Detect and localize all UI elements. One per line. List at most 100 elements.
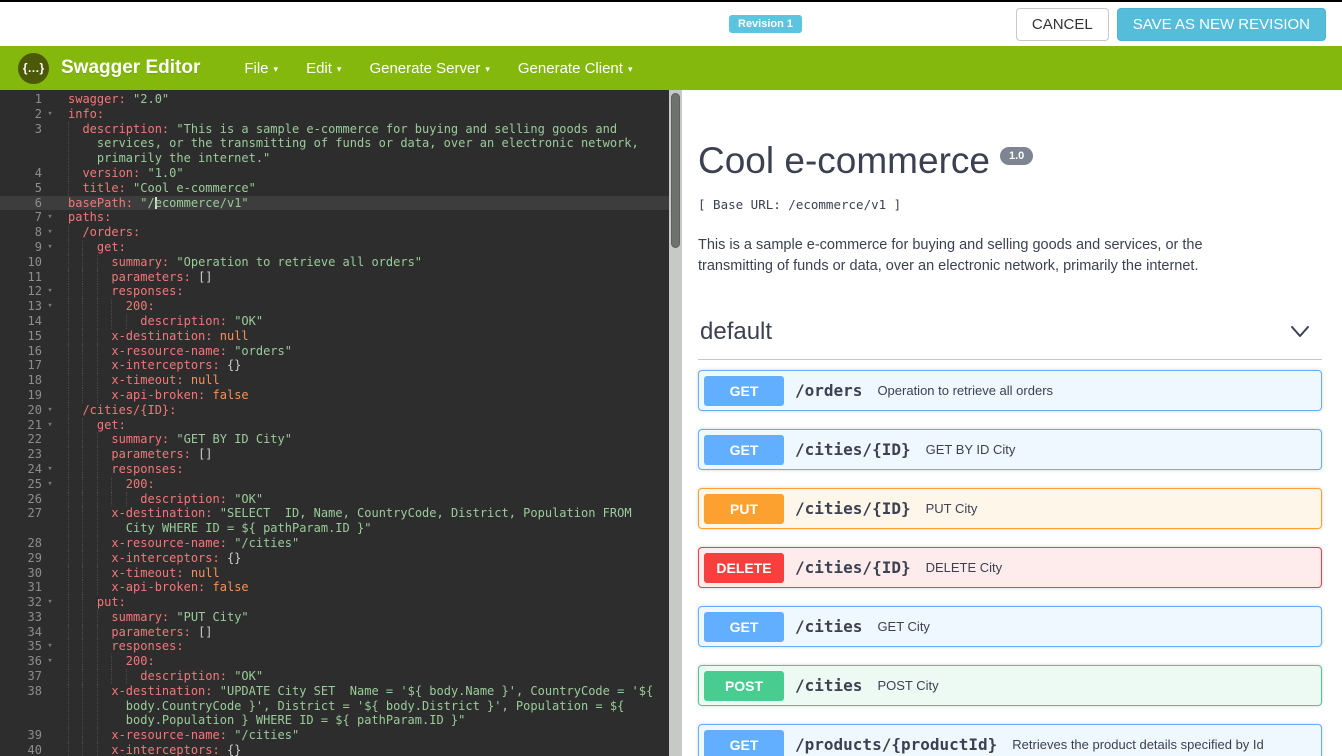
editor-line[interactable]: 11 parameters: [] bbox=[0, 269, 682, 285]
editor-line[interactable]: 25 ▾ 200: bbox=[0, 476, 682, 492]
editor-line[interactable]: 15 x-destination: null bbox=[0, 328, 682, 344]
editor-line[interactable]: 17 x-interceptors: {} bbox=[0, 358, 682, 374]
swagger-editor-navbar: {…} Swagger Editor File ▾ Edit ▾ Generate Se… bbox=[0, 46, 1342, 90]
indent-guide bbox=[125, 669, 127, 684]
editor-line[interactable]: 28 x-resource-name: "/cities" bbox=[0, 535, 682, 551]
editor-line[interactable]: 23 parameters: [] bbox=[0, 447, 682, 462]
editor-line[interactable]: 12 ▾ responses: bbox=[0, 284, 682, 300]
fold-arrow-icon[interactable]: ▾ bbox=[42, 284, 58, 299]
endpoint-path: /cities bbox=[795, 617, 863, 637]
editor-line[interactable]: 27 x-destination: "SELECT ID, Name, Count… bbox=[0, 506, 682, 536]
editor-line[interactable]: 34 parameters: [] bbox=[0, 624, 682, 640]
menu-edit[interactable]: Edit ▾ bbox=[304, 56, 343, 81]
editor-line[interactable]: 13 ▾ 200: bbox=[0, 299, 682, 314]
editor-line[interactable]: 32 ▾ put: bbox=[0, 595, 682, 610]
menu-file[interactable]: File ▾ bbox=[242, 56, 280, 81]
editor-line[interactable]: 20 ▾/cities/{ID}: bbox=[0, 402, 682, 418]
line-gutter: 10 bbox=[0, 255, 68, 270]
fold-arrow-icon[interactable]: ▾ bbox=[42, 403, 58, 418]
editor-lines[interactable]: 1 swagger: "2.0" 2 ▾ info: 3 description: "Thi… bbox=[0, 92, 682, 756]
api-preview: Cool e-commerce 1.0 [ Base URL: /ecommerc… bbox=[682, 90, 1342, 756]
editor-line[interactable]: 38 x-destination: "UPDATE City SET Name =… bbox=[0, 683, 682, 729]
indent-guide bbox=[68, 165, 69, 181]
editor-line[interactable]: 21 ▾ get: bbox=[0, 417, 682, 433]
line-number: 33 bbox=[27, 609, 42, 624]
editor-line[interactable]: 6 basePath: "/ecommerce/v1" bbox=[0, 195, 682, 211]
endpoint-get-orders[interactable]: GET/orders Operation to retrieve all orde… bbox=[698, 370, 1322, 412]
indent-guide bbox=[96, 432, 98, 448]
revision-topbar: Revision 1 CANCEL SAVE AS NEW REVISION bbox=[0, 2, 1342, 46]
fold-arrow-icon[interactable]: ▾ bbox=[42, 240, 58, 255]
editor-line[interactable]: 39 x-resource-name: "/cities" bbox=[0, 728, 682, 744]
editor-line[interactable]: 3 description: "This is a sample e-commer… bbox=[0, 121, 682, 166]
endpoint-post-cities[interactable]: POST/cities POST City bbox=[698, 665, 1322, 707]
fold-slot bbox=[42, 255, 58, 270]
editor-line[interactable]: 30 x-timeout: null bbox=[0, 565, 682, 581]
endpoint-get-products-productId[interactable]: GET/products/{productId} Retrieves the pr… bbox=[698, 724, 1322, 756]
endpoint-get-cities-ID[interactable]: GET/cities/{ID} GET BY ID City bbox=[698, 429, 1322, 471]
fold-arrow-icon[interactable]: ▾ bbox=[42, 462, 58, 477]
editor-line[interactable]: 7 ▾ paths: bbox=[0, 210, 682, 225]
line-number: 13 bbox=[27, 299, 42, 314]
editor-line[interactable]: 8 ▾/orders: bbox=[0, 225, 682, 240]
editor-line[interactable]: 22 summary: "GET BY ID City" bbox=[0, 432, 682, 448]
fold-arrow-icon[interactable]: ▾ bbox=[42, 225, 58, 240]
code-text: /cities/{ID}: bbox=[68, 402, 682, 418]
indent-guide bbox=[96, 254, 98, 270]
editor-line[interactable]: 10 summary: "Operation to retrieve all or… bbox=[0, 254, 682, 270]
indent-guide bbox=[68, 284, 69, 300]
editor-line[interactable]: 24 ▾ responses: bbox=[0, 461, 682, 477]
editor-line[interactable]: 9 ▾ get: bbox=[0, 239, 682, 255]
indent-guide bbox=[68, 432, 69, 448]
editor-line[interactable]: 16 x-resource-name: "orders" bbox=[0, 343, 682, 359]
cancel-button[interactable]: CANCEL bbox=[1015, 8, 1109, 41]
line-gutter: 9 ▾ bbox=[0, 240, 68, 255]
fold-arrow-icon[interactable]: ▾ bbox=[42, 210, 58, 225]
fold-arrow-icon[interactable]: ▾ bbox=[42, 107, 58, 122]
editor-line[interactable]: 29 x-interceptors: {} bbox=[0, 550, 682, 566]
line-number: 7 bbox=[34, 210, 42, 225]
editor-line[interactable]: 5 title: "Cool e-commerce" bbox=[0, 180, 682, 196]
fold-arrow-icon[interactable]: ▾ bbox=[42, 477, 58, 492]
editor-line[interactable]: 1 swagger: "2.0" bbox=[0, 92, 682, 107]
fold-slot bbox=[42, 566, 58, 581]
menu-generate-client[interactable]: Generate Client ▾ bbox=[516, 56, 635, 81]
fold-arrow-icon[interactable]: ▾ bbox=[42, 299, 58, 314]
editor-line[interactable]: 4 version: "1.0" bbox=[0, 165, 682, 181]
editor-line[interactable]: 36 ▾ 200: bbox=[0, 654, 682, 670]
fold-arrow-icon[interactable]: ▾ bbox=[42, 639, 58, 654]
line-gutter: 24 ▾ bbox=[0, 462, 68, 477]
editor-line[interactable]: 19 x-api-broken: false bbox=[0, 387, 682, 403]
menu-generate-server[interactable]: Generate Server ▾ bbox=[367, 56, 491, 81]
editor-line[interactable]: 31 x-api-broken: false bbox=[0, 580, 682, 596]
version-badge: 1.0 bbox=[999, 147, 1034, 165]
scrollbar-thumb[interactable] bbox=[671, 93, 680, 248]
editor-scrollbar[interactable] bbox=[669, 90, 682, 756]
endpoint-delete-cities-ID[interactable]: DELETE/cities/{ID} DELETE City bbox=[698, 547, 1322, 589]
editor-line[interactable]: 2 ▾ info: bbox=[0, 107, 682, 122]
fold-arrow-icon[interactable]: ▾ bbox=[42, 654, 58, 669]
fold-arrow-icon[interactable]: ▾ bbox=[42, 418, 58, 433]
tag-header-default[interactable]: default bbox=[698, 318, 1322, 361]
indent-guide bbox=[82, 506, 84, 536]
editor-line[interactable]: 26 description: "OK" bbox=[0, 491, 682, 507]
line-gutter: 5 bbox=[0, 181, 68, 196]
editor-line[interactable]: 33 summary: "PUT City" bbox=[0, 609, 682, 625]
line-gutter: 1 bbox=[0, 92, 68, 107]
editor-line[interactable]: 35 ▾ responses: bbox=[0, 639, 682, 655]
fold-slot bbox=[42, 610, 58, 625]
editor-line[interactable]: 18 x-timeout: null bbox=[0, 373, 682, 388]
line-gutter: 17 bbox=[0, 358, 68, 373]
endpoint-get-cities[interactable]: GET/cities GET City bbox=[698, 606, 1322, 648]
chevron-down-icon[interactable] bbox=[1290, 325, 1310, 339]
editor-line[interactable]: 14 description: "OK" bbox=[0, 313, 682, 329]
line-gutter: 15 bbox=[0, 329, 68, 344]
fold-arrow-icon[interactable]: ▾ bbox=[42, 595, 58, 610]
editor-line[interactable]: 40 x-interceptors: {} bbox=[0, 743, 682, 756]
editor-line[interactable]: 37 description: "OK" bbox=[0, 669, 682, 684]
code-editor[interactable]: 1 swagger: "2.0" 2 ▾ info: 3 description: "Thi… bbox=[0, 90, 682, 756]
save-as-new-revision-button[interactable]: SAVE AS NEW REVISION bbox=[1116, 8, 1326, 41]
line-gutter: 8 ▾ bbox=[0, 225, 68, 240]
fold-slot bbox=[42, 728, 58, 743]
endpoint-put-cities-ID[interactable]: PUT/cities/{ID} PUT City bbox=[698, 488, 1322, 530]
